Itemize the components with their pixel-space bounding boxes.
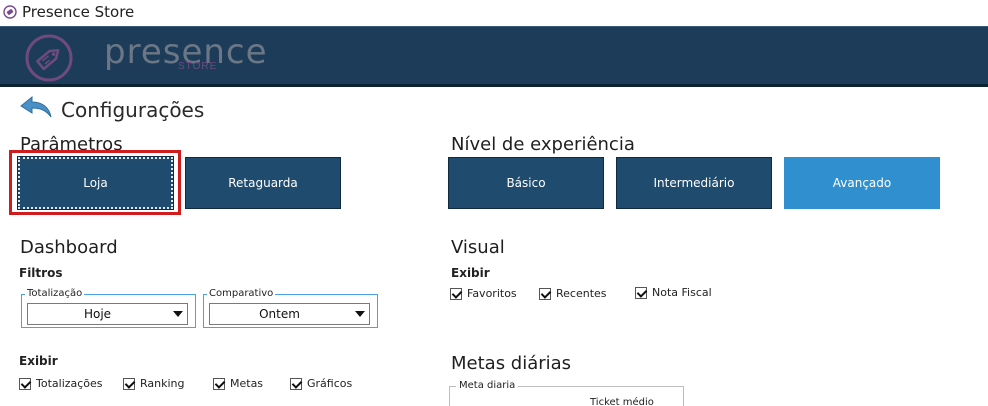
checkbox-label: Nota Fiscal — [652, 286, 712, 299]
checkbox-checked-icon[interactable] — [290, 377, 302, 390]
checkbox-label: Favoritos — [467, 287, 517, 300]
checkbox-checked-icon[interactable] — [213, 377, 225, 390]
checkbox-checked-icon[interactable] — [19, 377, 31, 390]
comparativo-legend: Comparativo — [207, 288, 276, 299]
window-title: Presence Store — [22, 3, 135, 21]
checkbox-label: Totalizações — [36, 377, 103, 390]
checkbox-graficos[interactable]: Gráficos — [290, 377, 352, 390]
tile-intermediario[interactable]: Intermediário — [616, 157, 772, 209]
checkbox-checked-icon[interactable] — [123, 377, 135, 390]
tile-avancado[interactable]: Avançado — [784, 157, 940, 209]
page-title: Configurações — [61, 98, 205, 122]
totalizacao-value: Hoje — [83, 307, 112, 321]
checkbox-checked-icon[interactable] — [450, 287, 462, 300]
meta-diaria-group: Meta diaria Ticket médio — [449, 380, 684, 406]
comparativo-value: Ontem — [259, 307, 300, 321]
checkbox-recentes[interactable]: Recentes — [539, 287, 607, 300]
checkbox-checked-icon[interactable] — [635, 286, 647, 299]
checkbox-totalizacoes[interactable]: Totalizações — [19, 377, 103, 390]
filtros-label: Filtros — [19, 266, 63, 280]
chevron-down-icon[interactable] — [173, 311, 183, 317]
comparativo-select[interactable]: Ontem — [209, 303, 370, 325]
checkbox-ranking[interactable]: Ranking — [123, 377, 185, 390]
tile-loja[interactable]: Loja — [17, 156, 174, 210]
section-title-metas: Metas diárias — [451, 353, 572, 374]
checkbox-favoritos[interactable]: Favoritos — [450, 287, 517, 300]
checkbox-label: Metas — [230, 377, 264, 390]
chevron-down-icon[interactable] — [355, 311, 365, 317]
checkbox-label: Recentes — [556, 287, 607, 300]
section-title-dashboard: Dashboard — [20, 237, 118, 258]
checkbox-metas[interactable]: Metas — [213, 377, 263, 390]
section-title-visual: Visual — [451, 237, 505, 258]
meta-diaria-legend: Meta diaria — [456, 380, 519, 391]
checkbox-checked-icon[interactable] — [539, 287, 551, 300]
totalizacao-legend: Totalização — [25, 288, 85, 299]
section-title-nivel: Nível de experiência — [451, 134, 635, 155]
brand-tag-icon — [25, 34, 73, 82]
visual-exibir-label: Exibir — [451, 266, 490, 280]
totalizacao-select[interactable]: Hoje — [27, 303, 188, 325]
tile-retaguarda[interactable]: Retaguarda — [185, 157, 341, 209]
checkbox-label: Ranking — [140, 377, 185, 390]
window-titlebar: Presence Store — [0, 0, 988, 26]
back-arrow-icon[interactable] — [18, 95, 54, 121]
brand-logo-subtext: STORE — [178, 61, 218, 72]
tile-basico[interactable]: Básico — [448, 157, 604, 209]
ticket-medio-header: Ticket médio — [590, 397, 654, 406]
app-header: presence STORE — [0, 26, 988, 87]
comparativo-group: Comparativo Ontem — [203, 288, 378, 328]
totalizacao-group: Totalização Hoje — [21, 288, 196, 328]
checkbox-label: Gráficos — [307, 377, 353, 390]
dashboard-exibir-label: Exibir — [19, 354, 58, 368]
checkbox-nota-fiscal[interactable]: Nota Fiscal — [635, 286, 712, 299]
app-tag-icon — [3, 5, 17, 19]
